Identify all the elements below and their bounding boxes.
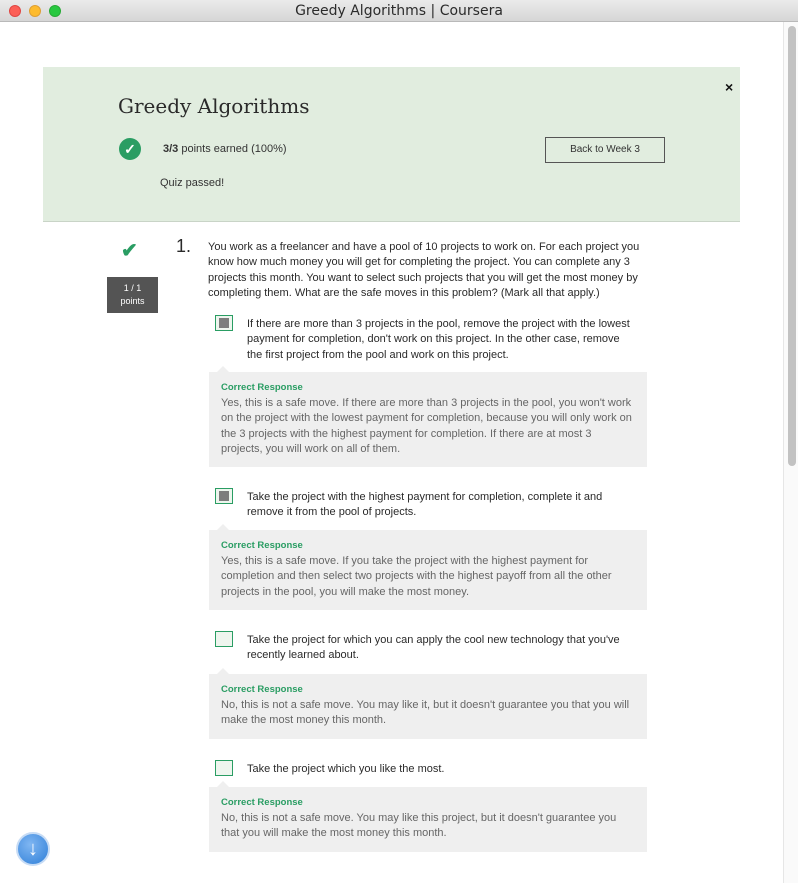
feedback-text: No, this is not a safe move. You may lik…	[221, 812, 617, 840]
answer-feedback: Correct Response No, this is not a safe …	[209, 668, 647, 739]
close-icon[interactable]: ×	[725, 80, 733, 94]
window-title: Greedy Algorithms | Coursera	[295, 3, 503, 19]
answer-option-text: Take the project which you like the most…	[247, 763, 445, 775]
question-score-badge: 1 / 1 points	[107, 277, 158, 313]
points-earned: 3/3 points earned (100%)	[163, 143, 287, 155]
feedback-text: Yes, this is a safe move. If you take th…	[221, 555, 612, 598]
answer-option-text: If there are more than 3 projects in the…	[247, 318, 630, 361]
answer-option-text: Take the project with the highest paymen…	[247, 491, 603, 519]
download-arrow-icon[interactable]: ↓	[16, 832, 50, 866]
window-titlebar: Greedy Algorithms | Coursera	[0, 0, 798, 22]
answer-checkbox[interactable]	[215, 760, 233, 776]
answer-feedback: Correct Response Yes, this is a safe mov…	[209, 524, 647, 610]
feedback-title: Correct Response	[221, 797, 303, 808]
answer-option-text: Take the project for which you can apply…	[247, 634, 620, 662]
question-score-value: 1 / 1	[123, 283, 142, 293]
answer-feedback: Correct Response No, this is not a safe …	[209, 781, 647, 852]
correct-check-icon: ✔	[121, 240, 138, 262]
feedback-title: Correct Response	[221, 382, 303, 393]
quiz-result-header: Greedy Algorithms × ✓ 3/3 points earned …	[43, 67, 740, 222]
answer-checkbox[interactable]	[215, 315, 233, 331]
points-score: 3/3	[163, 143, 179, 155]
points-suffix: points earned (100%)	[181, 143, 287, 155]
scrollbar-thumb[interactable]	[788, 26, 796, 466]
feedback-title: Correct Response	[221, 540, 303, 551]
question-score-unit: points	[120, 296, 145, 306]
check-circle-icon: ✓	[119, 138, 141, 160]
feedback-text: No, this is not a safe move. You may lik…	[221, 699, 630, 727]
feedback-title: Correct Response	[221, 684, 303, 695]
question-number: 1.	[176, 236, 192, 256]
feedback-text: Yes, this is a safe move. If there are m…	[221, 397, 632, 455]
back-to-week-button[interactable]: Back to Week 3	[545, 137, 665, 163]
quiz-title: Greedy Algorithms	[118, 94, 310, 118]
quiz-status: Quiz passed!	[160, 177, 225, 189]
answer-checkbox[interactable]	[215, 488, 233, 504]
answer-feedback: Correct Response Yes, this is a safe mov…	[209, 365, 647, 468]
question-text: You work as a freelancer and have a pool…	[208, 241, 640, 299]
answer-checkbox[interactable]	[215, 631, 233, 647]
